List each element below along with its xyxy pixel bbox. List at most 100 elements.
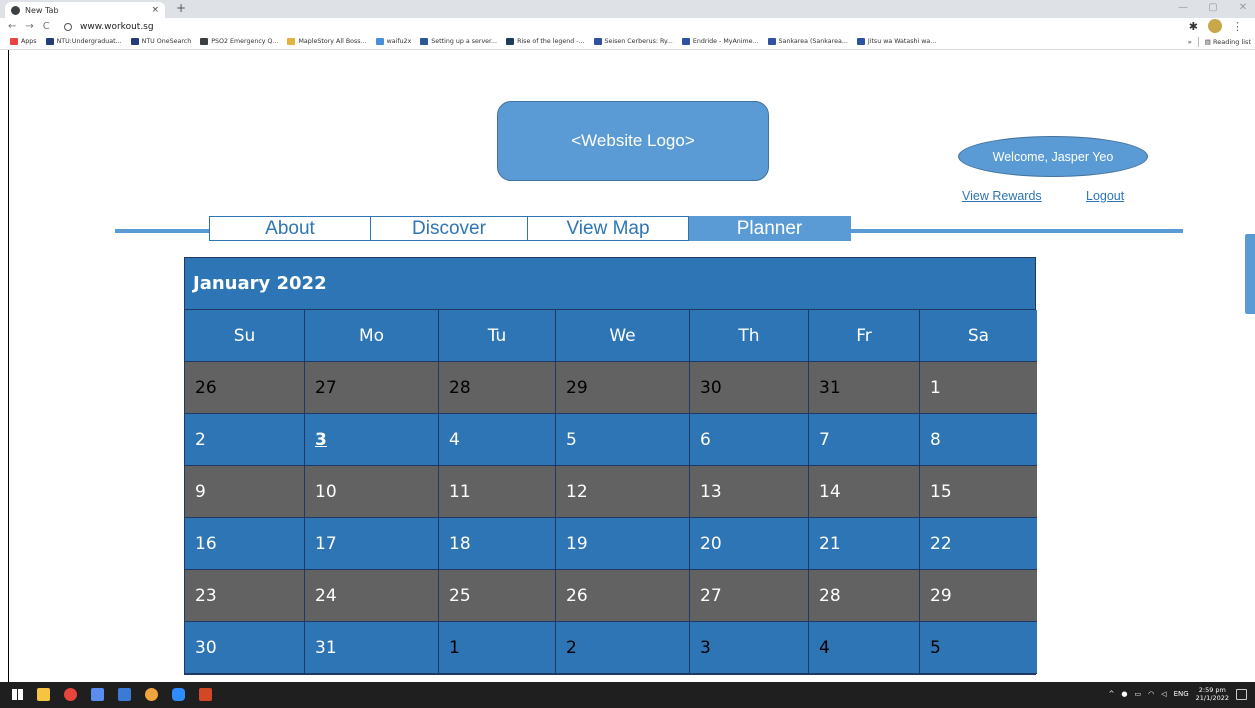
nav-tab-discover[interactable]: Discover [371,216,528,241]
calendar-day-cell[interactable]: 3 [690,622,809,674]
notifications-icon[interactable] [1236,688,1247,700]
calendar-day-cell[interactable]: 9 [185,466,305,518]
windows-start-icon[interactable] [12,689,23,700]
back-button[interactable]: ← [8,21,16,32]
main-nav: About Discover View Map Planner [209,216,851,241]
chrome-icon[interactable] [64,688,77,701]
bookmark-item[interactable]: MapleStory All Boss... [287,38,367,45]
calendar-day-cell[interactable]: 27 [305,362,439,414]
maximize-window-button[interactable]: ▢ [1207,2,1219,13]
calendar-day-cell[interactable]: 4 [809,622,920,674]
calendar-day-cell[interactable]: 26 [556,570,690,622]
bookmarks-more-button[interactable]: » [1188,38,1192,46]
calendar-day-cell[interactable]: 5 [920,622,1037,674]
bookmark-favicon-icon [593,38,602,45]
website-logo[interactable]: <Website Logo> [497,101,769,181]
app-icon[interactable] [118,688,131,701]
battery-icon[interactable]: ▭ [1134,690,1141,698]
close-window-button[interactable]: ✕ [1237,2,1249,13]
profile-avatar-icon[interactable] [1208,19,1222,33]
volume-icon[interactable]: ◁ [1161,690,1166,698]
calendar-day-cell[interactable]: 18 [439,518,556,570]
bookmark-item[interactable]: PSO2 Emergency Q... [200,38,278,45]
weekday-header: Sa [920,310,1037,362]
address-bar[interactable]: www.workout.sg [64,21,1174,33]
bookmark-item[interactable]: Apps [10,38,37,45]
language-indicator[interactable]: ENG [1174,690,1189,698]
bookmark-item[interactable]: Setting up a server... [420,38,497,45]
address-bar-url: www.workout.sg [80,22,154,32]
calendar-day-cell[interactable]: 5 [556,414,690,466]
nav-tab-view-map[interactable]: View Map [528,216,689,241]
bookmark-item[interactable]: Seisen Cerberus: Ry... [593,38,673,45]
calendar-day-cell[interactable]: 30 [185,622,305,674]
bookmark-item[interactable]: NTU OneSearch [130,38,191,45]
calendar-day-cell[interactable]: 7 [809,414,920,466]
bookmark-item[interactable]: Endride - MyAnime... [681,38,759,45]
site-info-icon[interactable] [64,23,72,31]
calendar-day-cell[interactable]: 14 [809,466,920,518]
calendar-day-cell[interactable]: 29 [556,362,690,414]
calendar-day-cell[interactable]: 1 [439,622,556,674]
calendar-day-cell[interactable]: 17 [305,518,439,570]
calendar-day-cell[interactable]: 23 [185,570,305,622]
calendar-day-cell[interactable]: 28 [809,570,920,622]
calendar-day-cell[interactable]: 26 [185,362,305,414]
calendar-day-cell[interactable]: 27 [690,570,809,622]
calendar-day-cell[interactable]: 22 [920,518,1037,570]
reading-list-button[interactable]: ▤ Reading list [1205,38,1251,46]
tray-overflow-icon[interactable]: ^ [1108,690,1114,698]
calendar-day-cell[interactable]: 10 [305,466,439,518]
calendar-day-cell[interactable]: 12 [556,466,690,518]
mic-icon[interactable]: ● [1121,690,1127,698]
extensions-puzzle-icon[interactable]: ✱ [1189,20,1198,33]
calendar-day-cell[interactable]: 21 [809,518,920,570]
calendar-day-cell[interactable]: 13 [690,466,809,518]
calendar-day-cell[interactable]: 29 [920,570,1037,622]
bookmark-item[interactable]: waifu2x [375,38,411,45]
calendar-day-cell[interactable]: 8 [920,414,1037,466]
calendar-day-cell[interactable]: 31 [305,622,439,674]
file-explorer-icon[interactable] [37,688,50,701]
logout-link[interactable]: Logout [1086,189,1124,203]
calendar-day-cell[interactable]: 3 [305,414,439,466]
chrome-profile-icon[interactable] [145,688,158,701]
calendar-day-cell[interactable]: 20 [690,518,809,570]
new-tab-button[interactable]: + [176,1,186,15]
view-rewards-link[interactable]: View Rewards [962,189,1042,203]
browser-menu-icon[interactable]: ⋮ [1232,20,1243,33]
calendar-day-cell[interactable]: 16 [185,518,305,570]
page-scrollbar-thumb[interactable] [1245,234,1255,314]
nav-tab-about[interactable]: About [209,216,371,241]
bookmark-item[interactable]: Jitsu wa Watashi wa... [856,38,936,45]
reload-button[interactable]: C [43,21,50,32]
calendar-day-cell[interactable]: 4 [439,414,556,466]
bookmark-item[interactable]: NTU:Undergraduat... [45,38,122,45]
calendar-day-cell[interactable]: 15 [920,466,1037,518]
paint-icon[interactable] [91,688,104,701]
calendar-day-cell[interactable]: 19 [556,518,690,570]
powerpoint-icon[interactable] [199,688,212,701]
forward-button[interactable]: → [25,21,33,32]
calendar-day-cell[interactable]: 2 [185,414,305,466]
zoom-icon[interactable] [172,688,185,701]
close-tab-icon[interactable]: × [151,5,159,15]
calendar-day-cell[interactable]: 30 [690,362,809,414]
calendar-day-cell[interactable]: 6 [690,414,809,466]
calendar-day-cell[interactable]: 24 [305,570,439,622]
wifi-icon[interactable]: ◠ [1148,690,1154,698]
calendar-day-cell[interactable]: 25 [439,570,556,622]
calendar-day-cell[interactable]: 1 [920,362,1037,414]
bookmark-item[interactable]: Sankarea (Sankarea... [767,38,848,45]
nav-tab-planner[interactable]: Planner [689,216,851,241]
minimize-window-button[interactable]: — [1177,2,1189,13]
browser-tab[interactable]: New Tab × [5,2,165,18]
calendar-day-cell[interactable]: 31 [809,362,920,414]
calendar-day-cell[interactable]: 28 [439,362,556,414]
taskbar-clock[interactable]: 2:59 pm 21/1/2022 [1196,686,1229,702]
bookmark-item[interactable]: Rise of the legend -... [506,38,585,45]
calendar-day-cell[interactable]: 2 [556,622,690,674]
calendar-day-cell[interactable]: 11 [439,466,556,518]
bookmarks-bar-right: » ▤ Reading list [1188,35,1251,48]
bookmark-label: Endride - MyAnime... [692,38,759,45]
